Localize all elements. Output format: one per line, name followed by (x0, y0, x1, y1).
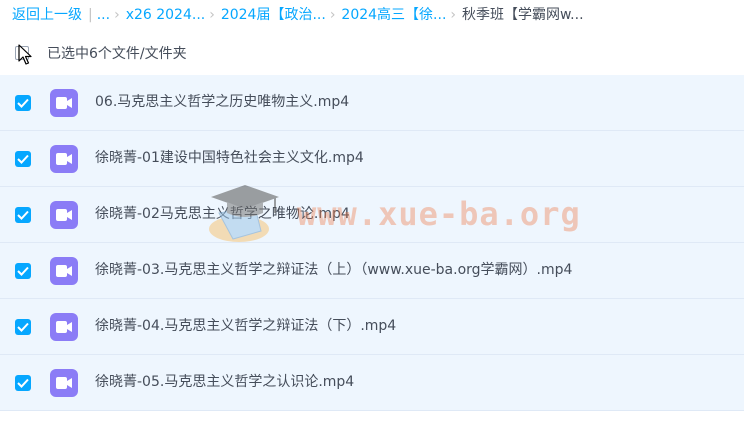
video-file-icon (50, 313, 78, 341)
file-name[interactable]: 徐晓菁-05.马克思主义哲学之认识论.mp4 (95, 372, 354, 392)
video-file-icon (50, 201, 78, 229)
breadcrumb-item-1[interactable]: x26 2024... (126, 7, 206, 23)
selection-toolbar: 已选中6个文件/文件夹 (0, 34, 744, 74)
file-list: 06.马克思主义哲学之历史唯物主义.mp4 徐晓菁-01建设中国特色社会主义文化… (0, 75, 744, 411)
file-name[interactable]: 06.马克思主义哲学之历史唯物主义.mp4 (95, 92, 349, 112)
row-checkbox[interactable] (15, 319, 31, 335)
selection-count-text: 已选中6个文件/文件夹 (47, 46, 187, 62)
file-row[interactable]: 徐晓菁-01建设中国特色社会主义文化.mp4 (0, 131, 744, 187)
chevron-right-icon: › (209, 7, 215, 23)
file-name[interactable]: 徐晓菁-04.马克思主义哲学之辩证法（下）.mp4 (95, 316, 396, 336)
breadcrumb-item-2[interactable]: 2024届【政治... (221, 7, 326, 23)
checkmark-icon (17, 322, 29, 332)
chevron-right-icon: › (450, 7, 457, 23)
chevron-right-icon: › (114, 7, 120, 23)
breadcrumb-divider: | (88, 7, 93, 23)
mouse-cursor-icon (18, 44, 32, 65)
checkmark-icon (17, 154, 29, 164)
video-file-icon (50, 369, 78, 397)
row-checkbox[interactable] (15, 375, 31, 391)
breadcrumb-current: 秋季班【学霸网w... (462, 7, 584, 23)
breadcrumb-item-3[interactable]: 2024高三【徐... (341, 7, 446, 23)
chevron-right-icon: › (329, 7, 336, 23)
file-name[interactable]: 徐晓菁-01建设中国特色社会主义文化.mp4 (95, 148, 364, 168)
file-row[interactable]: 徐晓菁-03.马克思主义哲学之辩证法（上）（www.xue-ba.org学霸网）… (0, 243, 744, 299)
checkmark-icon (17, 266, 29, 276)
checkmark-icon (17, 378, 29, 388)
row-checkbox[interactable] (15, 207, 31, 223)
file-row[interactable]: 06.马克思主义哲学之历史唯物主义.mp4 (0, 75, 744, 131)
video-file-icon (50, 145, 78, 173)
file-row[interactable]: 徐晓菁-04.马克思主义哲学之辩证法（下）.mp4 (0, 299, 744, 355)
breadcrumb: 返回上一级 |... › x26 2024... › 2024届【政治... › 2024高三… (12, 5, 584, 25)
checkmark-icon (17, 210, 29, 220)
file-row[interactable]: 徐晓菁-02马克思主义哲学之唯物论.mp4 (0, 187, 744, 243)
breadcrumb-ellipsis[interactable]: ... (97, 7, 110, 23)
row-checkbox[interactable] (15, 151, 31, 167)
checkmark-icon (17, 98, 29, 108)
video-file-icon (50, 89, 78, 117)
file-name[interactable]: 徐晓菁-02马克思主义哲学之唯物论.mp4 (95, 204, 350, 224)
file-name[interactable]: 徐晓菁-03.马克思主义哲学之辩证法（上）（www.xue-ba.org学霸网）… (95, 260, 572, 280)
back-link[interactable]: 返回上一级 (12, 7, 82, 23)
file-row[interactable]: 徐晓菁-05.马克思主义哲学之认识论.mp4 (0, 355, 744, 411)
video-file-icon (50, 257, 78, 285)
row-checkbox[interactable] (15, 263, 31, 279)
row-checkbox[interactable] (15, 95, 31, 111)
